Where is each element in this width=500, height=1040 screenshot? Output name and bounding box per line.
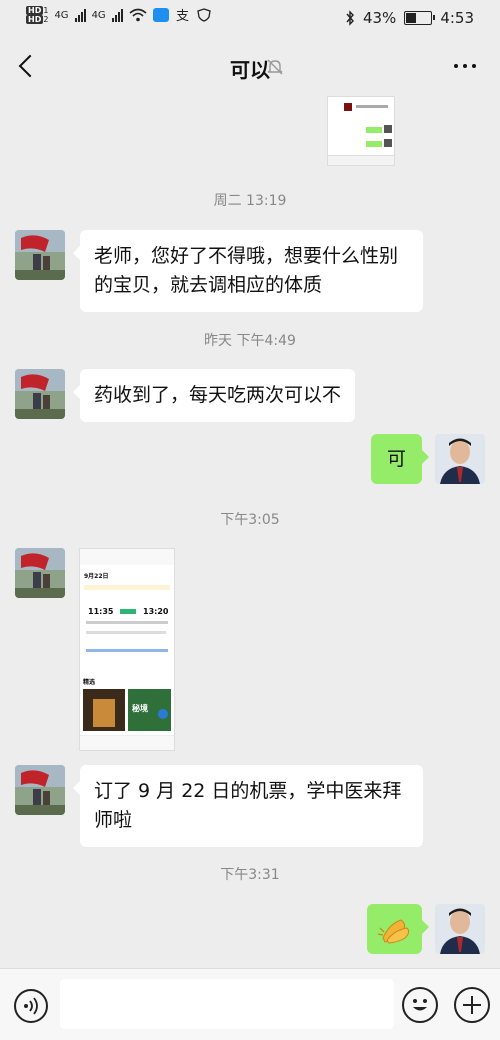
wifi-icon: [129, 8, 147, 22]
message-bubble-incoming[interactable]: 订了 9 月 22 日的机票，学中医来拜师啦: [73, 765, 423, 847]
network-type-2: 4G: [91, 9, 106, 21]
battery-icon: [404, 11, 436, 25]
network-type-1: 4G: [54, 9, 69, 21]
chat-title: 可以: [230, 58, 270, 82]
timestamp: 昨天 下午4:49: [204, 333, 296, 349]
voice-input-button[interactable]: [14, 989, 48, 1023]
timestamp: 下午3:05: [220, 512, 280, 528]
shot-date: 9月22日: [84, 573, 109, 580]
emoji-message-outgoing[interactable]: [367, 904, 429, 954]
timestamp: 周二 13:19: [213, 193, 287, 209]
message-input[interactable]: [60, 979, 394, 1029]
input-bar: [0, 968, 500, 1040]
avatar-self[interactable]: [435, 434, 485, 484]
shield-icon: [196, 8, 211, 22]
more-options-button[interactable]: [454, 64, 476, 68]
shot-tab: 精选: [83, 679, 96, 686]
signal-icon: [111, 8, 123, 22]
alipay-icon: 支: [176, 9, 189, 22]
smiley-icon: [413, 999, 427, 1011]
avatar-self[interactable]: [435, 904, 485, 954]
shot-arr-time: 13:20: [143, 607, 169, 616]
image-message-partial[interactable]: [327, 96, 395, 166]
clock: 4:53: [440, 9, 474, 27]
avatar-other[interactable]: [15, 765, 65, 815]
message-bubble-incoming[interactable]: 药收到了，每天吃两次可以不: [72, 369, 356, 422]
app-notification-icon: [152, 8, 169, 22]
chat-header: 可以: [0, 36, 500, 98]
voice-icon: [24, 997, 38, 1015]
message-bubble-incoming[interactable]: 老师，您好了不得哦，想要什么性别的宝贝，就去调相应的体质: [73, 230, 423, 312]
image-message-flight-screenshot[interactable]: 9月22日 11:35 13:20 精选 秘境: [79, 548, 175, 751]
emoji-button[interactable]: [402, 987, 438, 1023]
avatar-other[interactable]: [15, 230, 65, 280]
timestamp: 下午3:31: [220, 867, 280, 883]
svg-text:支: 支: [176, 9, 189, 22]
avatar-other[interactable]: [15, 548, 65, 598]
mute-bell-icon: [267, 59, 283, 75]
sim-indicators: HD 1 HD 2: [26, 6, 49, 24]
clapping-hands-icon: [377, 919, 410, 944]
message-bubble-outgoing[interactable]: 可: [371, 434, 429, 484]
bluetooth-icon: [346, 10, 354, 26]
signal-icon: [74, 8, 86, 22]
avatar-other[interactable]: [15, 369, 65, 419]
battery-percent: 43%: [362, 9, 397, 27]
more-functions-button[interactable]: [454, 987, 490, 1023]
shot-card-text: 秘境: [132, 704, 148, 713]
status-bar: HD 1 HD 2 4G 4G 支 43% 4:53: [0, 0, 500, 36]
shot-dep-time: 11:35: [88, 607, 114, 616]
